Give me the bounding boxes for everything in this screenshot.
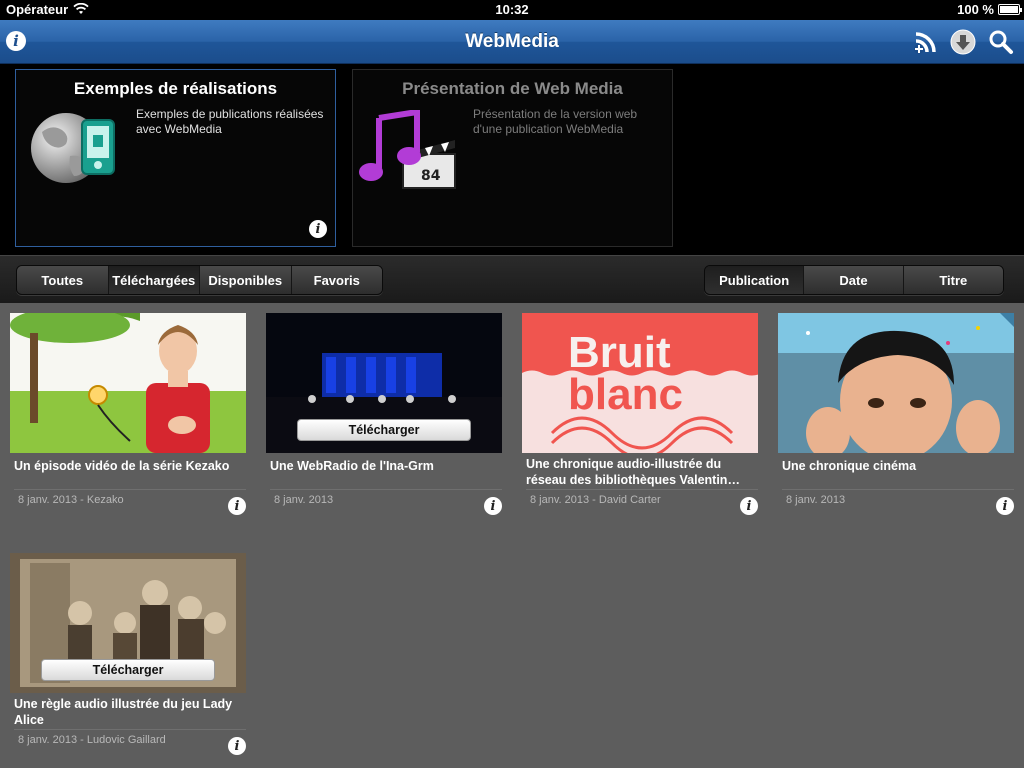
card-title: Une WebRadio de l'Ina-Grm (270, 459, 434, 473)
publication-card[interactable]: Télécharger Une WebRadio de l'Ina-Grm 8 … (266, 313, 502, 523)
featured-description: Exemples de publications réalisées avec … (136, 107, 324, 136)
sort-date[interactable]: Date (804, 266, 904, 294)
download-icon[interactable] (950, 29, 976, 55)
status-bar: Opérateur 10:32 100 % (0, 0, 1024, 20)
publication-card[interactable]: Une chronique cinéma 8 janv. 2013 i (778, 313, 1014, 523)
download-button[interactable]: Télécharger (41, 659, 215, 681)
info-icon[interactable]: i (228, 737, 246, 755)
divider (14, 489, 246, 490)
card-title: Une chronique cinéma (782, 459, 917, 473)
download-button[interactable]: Télécharger (297, 419, 471, 441)
card-meta: 8 janv. 2013 (786, 494, 846, 506)
featured-panel: Exemples de réalisations Exemples de pub… (0, 65, 1024, 255)
search-icon[interactable] (988, 29, 1014, 55)
clock: 10:32 (495, 2, 529, 17)
featured-title: Exemples de réalisations (73, 79, 278, 98)
featured-description: Présentation de la version web d'une pub… (473, 107, 638, 136)
featured-card-presentation[interactable]: Présentation de Web Media Présentation d… (352, 69, 673, 247)
card-title: Un épisode vidéo de la série Kezako (14, 459, 230, 473)
filter-toutes[interactable]: Toutes (17, 266, 109, 294)
divider (270, 489, 502, 490)
music-clapper-icon: 84 (359, 108, 459, 195)
publication-card[interactable]: Télécharger Une règle audio illustrée du… (10, 553, 246, 763)
featured-title: Présentation de Web Media (402, 79, 623, 98)
divider (14, 729, 246, 730)
rss-add-icon[interactable] (912, 29, 940, 55)
featured-info-icon[interactable]: i (309, 220, 327, 238)
blanc-word: blanc (568, 370, 683, 419)
publication-grid: Un épisode vidéo de la série Kezako 8 ja… (0, 303, 1024, 768)
filter-segmented-control: Toutes Téléchargées Disponibles Favoris (16, 265, 383, 295)
info-icon[interactable]: i (228, 497, 246, 515)
svg-text:84: 84 (421, 168, 441, 184)
publication-card[interactable]: Un épisode vidéo de la série Kezako 8 ja… (10, 313, 246, 523)
publication-card[interactable]: Bruit blanc Une chronique audio-illustré… (522, 313, 758, 523)
thumbnail-kezako[interactable] (10, 313, 246, 453)
divider (526, 489, 758, 490)
sort-segmented-control: Publication Date Titre (704, 265, 1004, 295)
nav-bar: i WebMedia (0, 20, 1024, 64)
card-meta: 8 janv. 2013 - Kezako (18, 494, 124, 506)
sort-titre[interactable]: Titre (903, 266, 1003, 294)
divider (782, 489, 1014, 490)
card-meta: 8 janv. 2013 - David Carter (530, 494, 661, 506)
segment-bar: Toutes Téléchargées Disponibles Favoris … (0, 255, 1024, 303)
card-meta: 8 janv. 2013 (274, 494, 334, 506)
thumbnail-cinema[interactable] (778, 313, 1014, 453)
thumbnail-bruit-blanc[interactable]: Bruit blanc (522, 313, 758, 453)
sort-publication[interactable]: Publication (705, 266, 805, 294)
card-meta: 8 janv. 2013 - Ludovic Gaillard (18, 734, 166, 746)
info-icon[interactable]: i (740, 497, 758, 515)
featured-card-exemples[interactable]: Exemples de réalisations Exemples de pub… (15, 69, 336, 247)
info-icon[interactable]: i (996, 497, 1014, 515)
battery-percent: 100 % (957, 2, 994, 17)
card-title: Une règle audio illustrée du jeu Lady Al… (14, 697, 233, 727)
card-title: Une chronique audio-illustrée du réseau … (526, 457, 740, 487)
thumbnail-lady-alice[interactable]: Télécharger (10, 553, 246, 693)
info-icon[interactable]: i (484, 497, 502, 515)
thumbnail-webradio[interactable]: Télécharger (266, 313, 502, 453)
battery-icon (998, 4, 1022, 15)
filter-telechargees[interactable]: Téléchargées (108, 266, 200, 294)
app-title: WebMedia (465, 31, 559, 52)
filter-disponibles[interactable]: Disponibles (200, 266, 292, 294)
globe-phone-icon (30, 110, 120, 195)
filter-favoris[interactable]: Favoris (291, 266, 382, 294)
